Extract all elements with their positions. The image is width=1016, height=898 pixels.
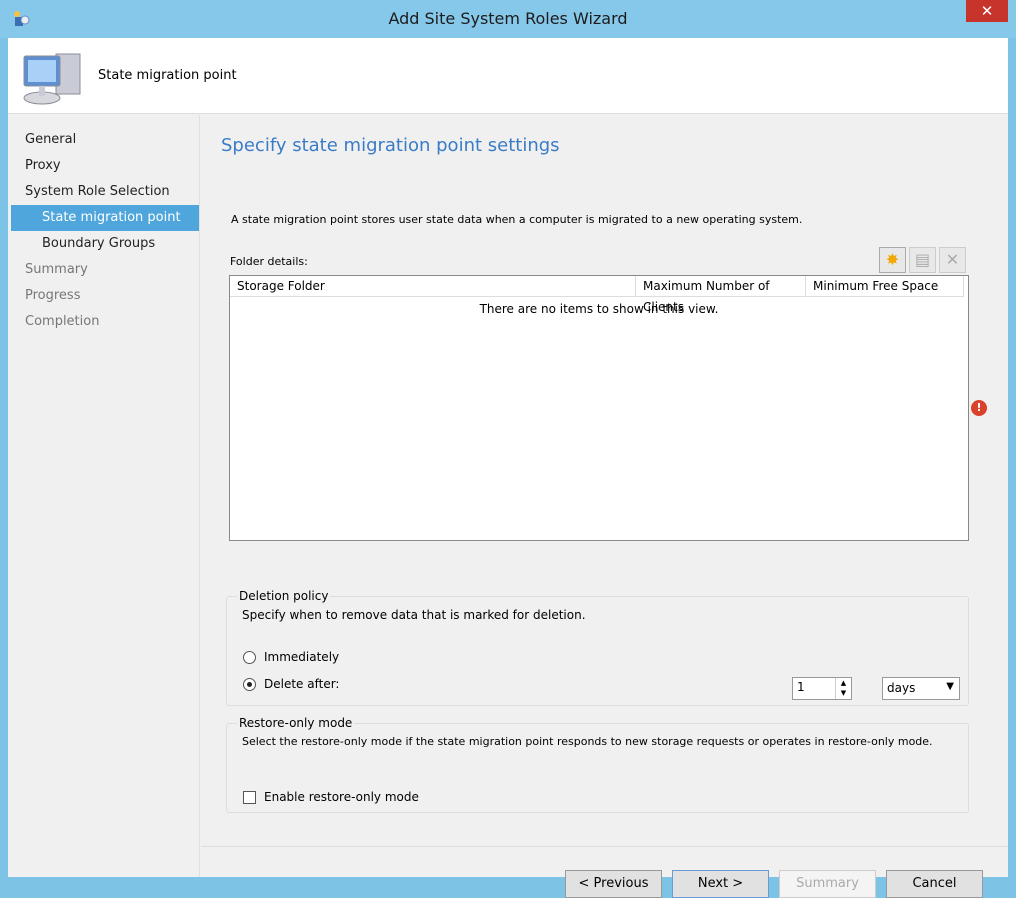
delete-after-stepper[interactable]: 1 ▲ ▼ (792, 677, 852, 700)
starburst-icon: ✸ (885, 250, 900, 269)
folder-list[interactable]: Storage Folder Maximum Number of Clients… (229, 275, 969, 541)
summary-button: Summary (779, 870, 876, 898)
enable-restore-only-label[interactable]: Enable restore-only mode (264, 790, 419, 804)
deletion-policy-group: Deletion policy Specify when to remove d… (226, 589, 969, 706)
page-title: Specify state migration point settings (221, 135, 560, 156)
stepper-arrows-icon[interactable]: ▲ ▼ (835, 678, 851, 699)
error-icon: ! (971, 400, 987, 416)
cancel-button[interactable]: Cancel (886, 870, 983, 898)
delete-x-icon: ✕ (945, 250, 960, 269)
footer-divider (201, 846, 1008, 847)
computer-icon (18, 48, 88, 111)
enable-restore-only-checkbox[interactable] (243, 791, 256, 804)
window-title: Add Site System Roles Wizard (388, 9, 628, 28)
nav-item-completion: Completion (25, 314, 100, 329)
nav-item-proxy[interactable]: Proxy (8, 153, 199, 179)
empty-list-message: There are no items to show in this view. (479, 302, 719, 316)
immediately-radio[interactable] (243, 651, 256, 664)
nav-item-general[interactable]: General (8, 127, 199, 153)
page-description: A state migration point stores user stat… (231, 213, 803, 226)
close-button[interactable]: ✕ (966, 0, 1008, 22)
nav-item-summary: Summary (25, 262, 88, 277)
folder-details-label: Folder details: (230, 255, 308, 268)
previous-button[interactable]: < Previous (565, 870, 662, 898)
properties-button[interactable]: ▤ (909, 247, 936, 273)
title-bar: Add Site System Roles Wizard ✕ (0, 0, 1016, 38)
wizard-nav: General Proxy System Role Selection Stat… (8, 115, 200, 877)
nav-item-progress: Progress (25, 288, 81, 303)
unit-select[interactable]: days ▼ (882, 677, 960, 700)
restore-only-desc: Select the restore-only mode if the stat… (242, 735, 933, 748)
unit-value: days (887, 681, 916, 695)
header-label: State migration point (98, 68, 237, 83)
deletion-policy-desc: Specify when to remove data that is mark… (242, 608, 586, 622)
wizard-header: State migration point (8, 38, 1008, 114)
deletion-policy-title: Deletion policy (237, 589, 331, 603)
immediately-label[interactable]: Immediately (264, 650, 339, 664)
main-panel: Specify state migration point settings A… (201, 115, 1008, 898)
column-storage-folder[interactable]: Storage Folder (230, 276, 636, 297)
nav-item-state-migration-point[interactable]: State migration point (11, 205, 199, 231)
delete-after-value[interactable]: 1 (797, 680, 805, 694)
delete-after-radio[interactable] (243, 678, 256, 691)
restore-only-title: Restore-only mode (237, 716, 355, 730)
chevron-down-icon: ▼ (946, 681, 954, 692)
nav-item-boundary-groups[interactable]: Boundary Groups (8, 231, 199, 257)
nav-item-system-role-selection[interactable]: System Role Selection (8, 179, 199, 205)
column-min-free-space[interactable]: Minimum Free Space (806, 276, 964, 297)
restore-only-group: Restore-only mode Select the restore-onl… (226, 716, 969, 813)
delete-button[interactable]: ✕ (939, 247, 966, 273)
delete-after-label[interactable]: Delete after: (264, 677, 339, 691)
next-button[interactable]: Next > (672, 870, 769, 898)
column-max-clients[interactable]: Maximum Number of Clients (636, 276, 806, 314)
properties-icon: ▤ (914, 250, 931, 269)
new-folder-button[interactable]: ✸ (879, 247, 906, 273)
